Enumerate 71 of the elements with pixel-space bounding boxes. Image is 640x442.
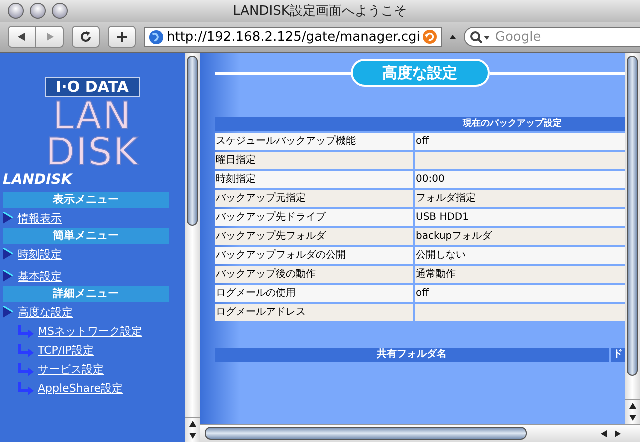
- table-cell: USB HDD1: [415, 209, 625, 226]
- page-title: 高度な設定: [350, 59, 490, 87]
- table-cell: 時刻指定: [215, 171, 413, 188]
- table-cell: バックアップフォルダの公開: [215, 247, 413, 264]
- table-cell: 曜日指定: [215, 152, 413, 169]
- table-cell: バックアップ後の動作: [215, 266, 413, 283]
- search-field[interactable]: Google: [464, 27, 640, 47]
- table-cell: バックアップ先ドライブ: [215, 209, 413, 226]
- table-cell: フォルダ指定: [415, 190, 625, 207]
- back-arrow-icon: [17, 32, 27, 42]
- menu-heading: 簡単メニュー: [3, 228, 169, 244]
- menu-link[interactable]: 情報表示: [18, 210, 62, 226]
- table-cell: backupフォルダ: [415, 228, 625, 245]
- close-button[interactable]: [8, 3, 24, 19]
- column-header: ド: [611, 348, 625, 362]
- reload-button[interactable]: [72, 26, 100, 48]
- bent-arrow-icon: [17, 362, 35, 376]
- table-cell: 公開しない: [415, 247, 625, 264]
- zoom-button[interactable]: [52, 3, 68, 19]
- triangle-icon: [3, 270, 13, 282]
- column-header: 共有フォルダ名: [215, 348, 609, 362]
- table-cell: 通常動作: [415, 266, 625, 283]
- table-cell: off: [415, 285, 625, 302]
- menu-heading: 表示メニュー: [3, 192, 169, 208]
- table-cell: ログメールアドレス: [215, 304, 413, 321]
- bent-arrow-icon: [17, 382, 35, 396]
- up-arrow-icon[interactable]: [628, 402, 636, 410]
- up-arrow-icon[interactable]: [188, 420, 196, 428]
- table-cell: off: [415, 133, 625, 150]
- minimize-button[interactable]: [30, 3, 46, 19]
- submenu-link[interactable]: サービス設定: [38, 362, 104, 377]
- add-bookmark-button[interactable]: [108, 26, 136, 48]
- snapback-icon[interactable]: [423, 30, 438, 44]
- table-cell: スケジュールバックアップ機能: [215, 133, 413, 150]
- table-cell: ログメールの使用: [215, 285, 413, 302]
- logo-wordmark: LAN: [52, 98, 132, 134]
- table-cell: 00:00: [415, 171, 625, 188]
- table-heading: 現在のバックアップ設定: [215, 117, 625, 131]
- submenu-link[interactable]: TCP/IP設定: [38, 343, 94, 358]
- globe-icon: [149, 30, 164, 44]
- triangle-icon: [3, 306, 13, 318]
- down-arrow-icon[interactable]: [628, 414, 636, 422]
- menu-link[interactable]: 基本設定: [18, 268, 62, 284]
- back-button[interactable]: [8, 26, 36, 48]
- down-arrow-icon[interactable]: [188, 432, 196, 440]
- table-cell: バックアップ元指定: [215, 190, 413, 207]
- window-title: LANDISK設定画面へようこそ: [233, 3, 407, 20]
- logo-wordmark: DISK: [46, 134, 140, 170]
- search-icon: [470, 31, 492, 44]
- right-arrow-icon[interactable]: [614, 430, 622, 438]
- scrollbar[interactable]: [625, 53, 640, 424]
- submenu-link[interactable]: MSネットワーク設定: [38, 324, 142, 339]
- logo-maker: I·O DATA: [45, 77, 140, 97]
- plus-icon: [116, 31, 128, 43]
- caret-icon: [450, 35, 456, 39]
- table-cell: バックアップ先フォルダ: [215, 228, 413, 245]
- triangle-icon: [3, 248, 13, 260]
- scrollbar[interactable]: [200, 424, 640, 442]
- triangle-icon: [3, 212, 13, 224]
- left-arrow-icon[interactable]: [600, 430, 608, 438]
- sidebar-title: LANDISK: [3, 172, 74, 188]
- menu-link[interactable]: 時刻設定: [18, 246, 62, 262]
- menu-link[interactable]: 高度な設定: [18, 304, 73, 320]
- address-field[interactable]: http://192.168.2.125/gate/manager.cgi: [144, 27, 442, 47]
- forward-arrow-icon: [44, 32, 54, 42]
- bent-arrow-icon: [17, 324, 35, 338]
- menu-heading: 詳細メニュー: [3, 286, 169, 302]
- bent-arrow-icon: [17, 344, 35, 358]
- submenu-link[interactable]: AppleShare設定: [38, 381, 124, 396]
- scrollbar[interactable]: [185, 53, 200, 442]
- reload-icon: [80, 31, 92, 43]
